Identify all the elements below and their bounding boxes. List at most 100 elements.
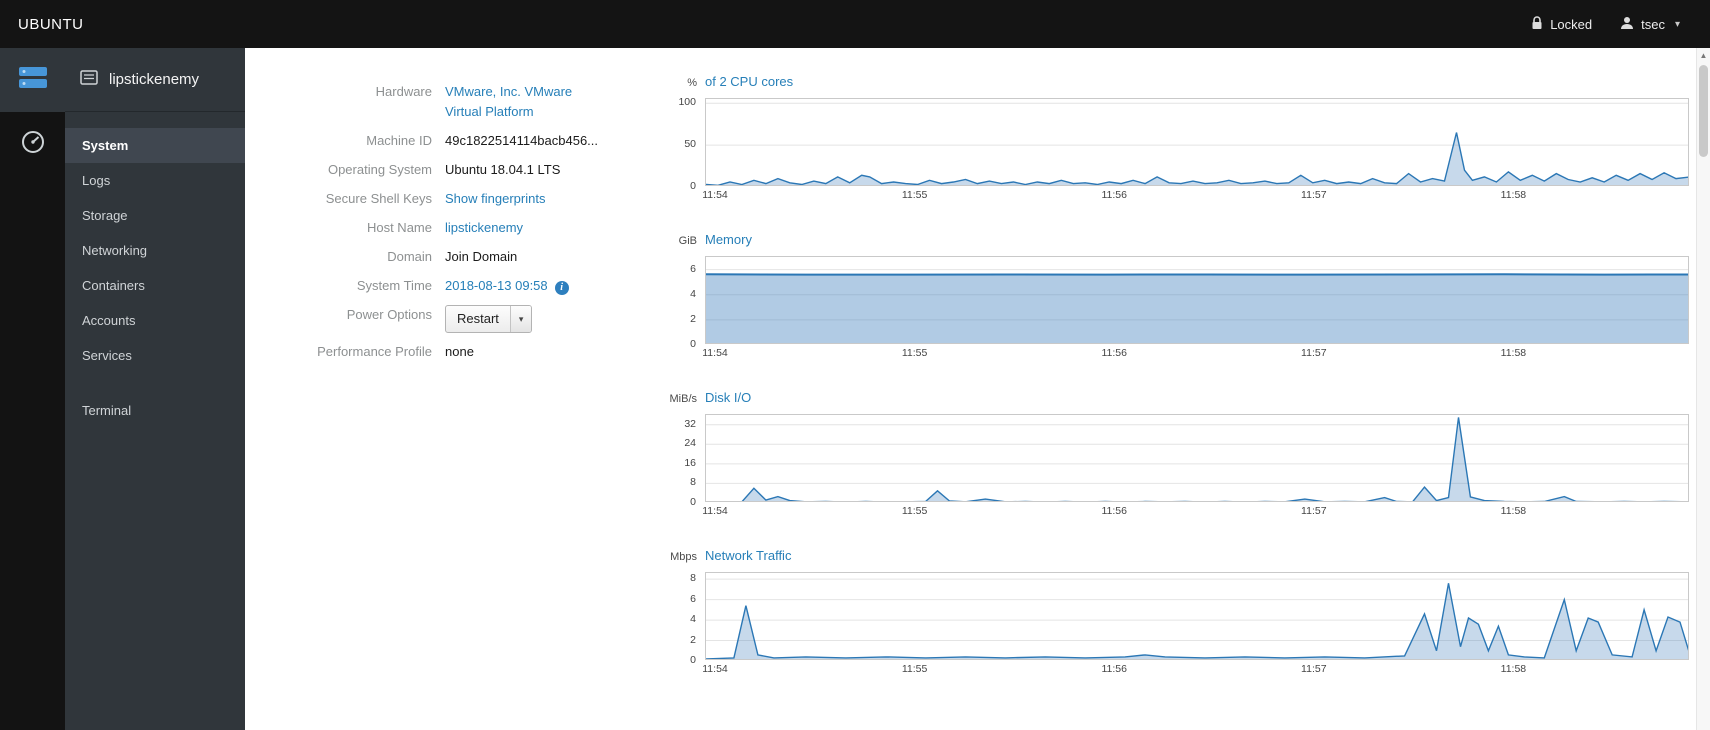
network-xtick: 11:54	[702, 663, 728, 675]
cpu-plot-svg	[705, 98, 1689, 186]
cpu-plot	[705, 98, 1689, 186]
network-plot-svg	[705, 572, 1689, 660]
memory-xtick: 11:55	[901, 347, 928, 359]
user-menu[interactable]: tsec ▾	[1620, 16, 1680, 33]
network-y-axis: 0 2 4 6 8	[645, 572, 705, 666]
scrollbar-thumb[interactable]	[1699, 65, 1708, 157]
sidebar-item-networking[interactable]: Networking	[65, 233, 245, 268]
chevron-down-icon: ▾	[1674, 18, 1680, 30]
info-value: Restart ▾	[445, 305, 533, 333]
disk-io-ytick: 0	[690, 496, 696, 508]
info-row: Secure Shell Keys Show fingerprints	[285, 189, 645, 209]
system-info: Hardware VMware, Inc. VMware Virtual Plat…	[245, 74, 645, 730]
info-value: Join Domain	[445, 249, 518, 264]
host-selector[interactable]: lipstickenemy	[65, 48, 245, 112]
locked-indicator[interactable]: Locked	[1531, 15, 1592, 33]
disk-io-ytick: 8	[690, 476, 696, 489]
info-label: Secure Shell Keys	[325, 191, 432, 206]
info-label: Domain	[387, 249, 432, 264]
disk-io-title-link[interactable]: Disk I/O	[705, 390, 751, 405]
network-ytick: 0	[690, 654, 696, 666]
disk-io-xtick: 11:57	[1301, 505, 1327, 517]
disk-io-unit-label: MiB/s	[669, 393, 698, 405]
disk-io-chart-body: 0 8 16 24 32	[645, 414, 1705, 508]
server-icon	[18, 65, 48, 96]
network-title-link[interactable]: Network Traffic	[705, 548, 791, 563]
sidebar-item-system[interactable]: System	[65, 128, 245, 163]
disk-io-xtick: 11:54	[702, 505, 728, 517]
main-content: Hardware VMware, Inc. VMware Virtual Plat…	[245, 48, 1710, 730]
scrollbar-up-arrow[interactable]: ▲	[1697, 48, 1710, 63]
memory-y-axis: 0 2 4 6	[645, 256, 705, 350]
info-label: Power Options	[346, 307, 432, 322]
memory-ytick: 6	[690, 262, 696, 275]
info-value: VMware, Inc. VMware Virtual Platform	[445, 82, 607, 122]
sidebar-item-storage[interactable]: Storage	[65, 198, 245, 233]
sidebar-item-logs[interactable]: Logs	[65, 163, 245, 198]
power-options-caret-button[interactable]: ▾	[510, 306, 532, 332]
lock-icon	[1531, 15, 1543, 33]
secure-shell-keys-link[interactable]: Show fingerprints	[445, 191, 545, 206]
user-icon	[1620, 16, 1634, 33]
cpu-x-axis: 11:54 11:55 11:56 11:57 11:58	[702, 186, 1689, 202]
sidebar-item-terminal[interactable]: Terminal	[65, 393, 245, 428]
disk-io-plot-svg	[705, 414, 1689, 502]
memory-chart-head: GiB Memory	[645, 232, 1705, 254]
disk-io-y-axis: 0 8 16 24 32	[645, 414, 705, 508]
cpu-xtick: 11:58	[1500, 189, 1527, 201]
sidebar-item-containers[interactable]: Containers	[65, 268, 245, 303]
host-name-link[interactable]: lipstickenemy	[445, 220, 523, 235]
sidebar-nav: System Logs Storage Networking Containers Acc…	[65, 112, 245, 428]
info-label: Operating System	[327, 162, 432, 177]
power-options-button[interactable]: Restart ▾	[445, 305, 533, 333]
info-row: Power Options Restart ▾	[285, 305, 645, 333]
cpu-ytick: 50	[684, 138, 696, 151]
dashboard-tab-button[interactable]	[0, 112, 65, 176]
info-row: Host Name lipstickenemy	[285, 218, 645, 238]
disk-io-chart: MiB/s Disk I/O 0 8 16 24 32 11:54 11:55 11:56 11:5…	[645, 390, 1705, 518]
memory-ytick: 2	[690, 312, 696, 325]
cpu-xtick: 11:54	[702, 189, 728, 201]
content-row: lipstickenemy System Logs Storage Networkin…	[0, 48, 1710, 730]
cpu-chart-body: 0 50 100	[645, 96, 1705, 192]
sidebar-item-services[interactable]: Services	[65, 338, 245, 373]
sidebar: lipstickenemy System Logs Storage Networkin…	[65, 48, 245, 730]
memory-xtick: 11:56	[1101, 347, 1127, 359]
cpu-title-link[interactable]: of 2 CPU cores	[705, 74, 793, 89]
info-row: Performance Profile none	[285, 342, 645, 362]
info-label: System Time	[356, 278, 432, 293]
charts: % of 2 CPU cores 0 50 100 11:54 11:55 11:56 11:5…	[645, 74, 1705, 730]
cpu-ytick: 100	[678, 96, 696, 109]
disk-io-xtick: 11:55	[901, 505, 928, 517]
network-xtick: 11:55	[901, 663, 928, 675]
app-icon-strip	[0, 48, 65, 730]
info-row: Hardware VMware, Inc. VMware Virtual Plat…	[285, 82, 645, 122]
memory-chart-body: 0 2 4 6	[645, 256, 1705, 350]
memory-ytick: 4	[690, 287, 696, 300]
info-icon[interactable]: i	[554, 281, 569, 295]
cpu-chart-head: % of 2 CPU cores	[645, 74, 1705, 96]
cpu-xtick: 11:57	[1301, 189, 1327, 201]
info-row: System Time 2018-08-13 09:58 i	[285, 276, 645, 296]
network-chart-body: 0 2 4 6 8	[645, 572, 1705, 666]
memory-x-axis: 11:54 11:55 11:56 11:57 11:58	[702, 344, 1689, 360]
scrollbar[interactable]: ▲	[1696, 48, 1710, 730]
memory-title-link[interactable]: Memory	[705, 232, 752, 247]
memory-plot	[705, 256, 1689, 344]
network-unit-label: Mbps	[670, 551, 697, 563]
network-xtick: 11:56	[1101, 663, 1127, 675]
host-tab-button[interactable]	[0, 48, 65, 112]
restart-button[interactable]: Restart	[446, 306, 511, 332]
topbar-right: Locked tsec ▾	[1531, 15, 1680, 33]
info-label: Host Name	[366, 220, 432, 235]
system-time-link[interactable]: 2018-08-13 09:58	[445, 278, 548, 293]
memory-unit-label: GiB	[678, 235, 697, 247]
disk-io-plot	[705, 414, 1689, 502]
sidebar-item-accounts[interactable]: Accounts	[65, 303, 245, 338]
network-ytick: 2	[690, 633, 696, 646]
hardware-link[interactable]: VMware, Inc. VMware Virtual Platform	[445, 82, 607, 122]
memory-chart: GiB Memory 0 2 4 6 11:54 11:55 11:56 11:57 11:58	[645, 232, 1705, 360]
info-value: Show fingerprints	[445, 189, 545, 209]
network-x-axis: 11:54 11:55 11:56 11:57 11:58	[702, 660, 1689, 676]
disk-io-chart-head: MiB/s Disk I/O	[645, 390, 1705, 412]
